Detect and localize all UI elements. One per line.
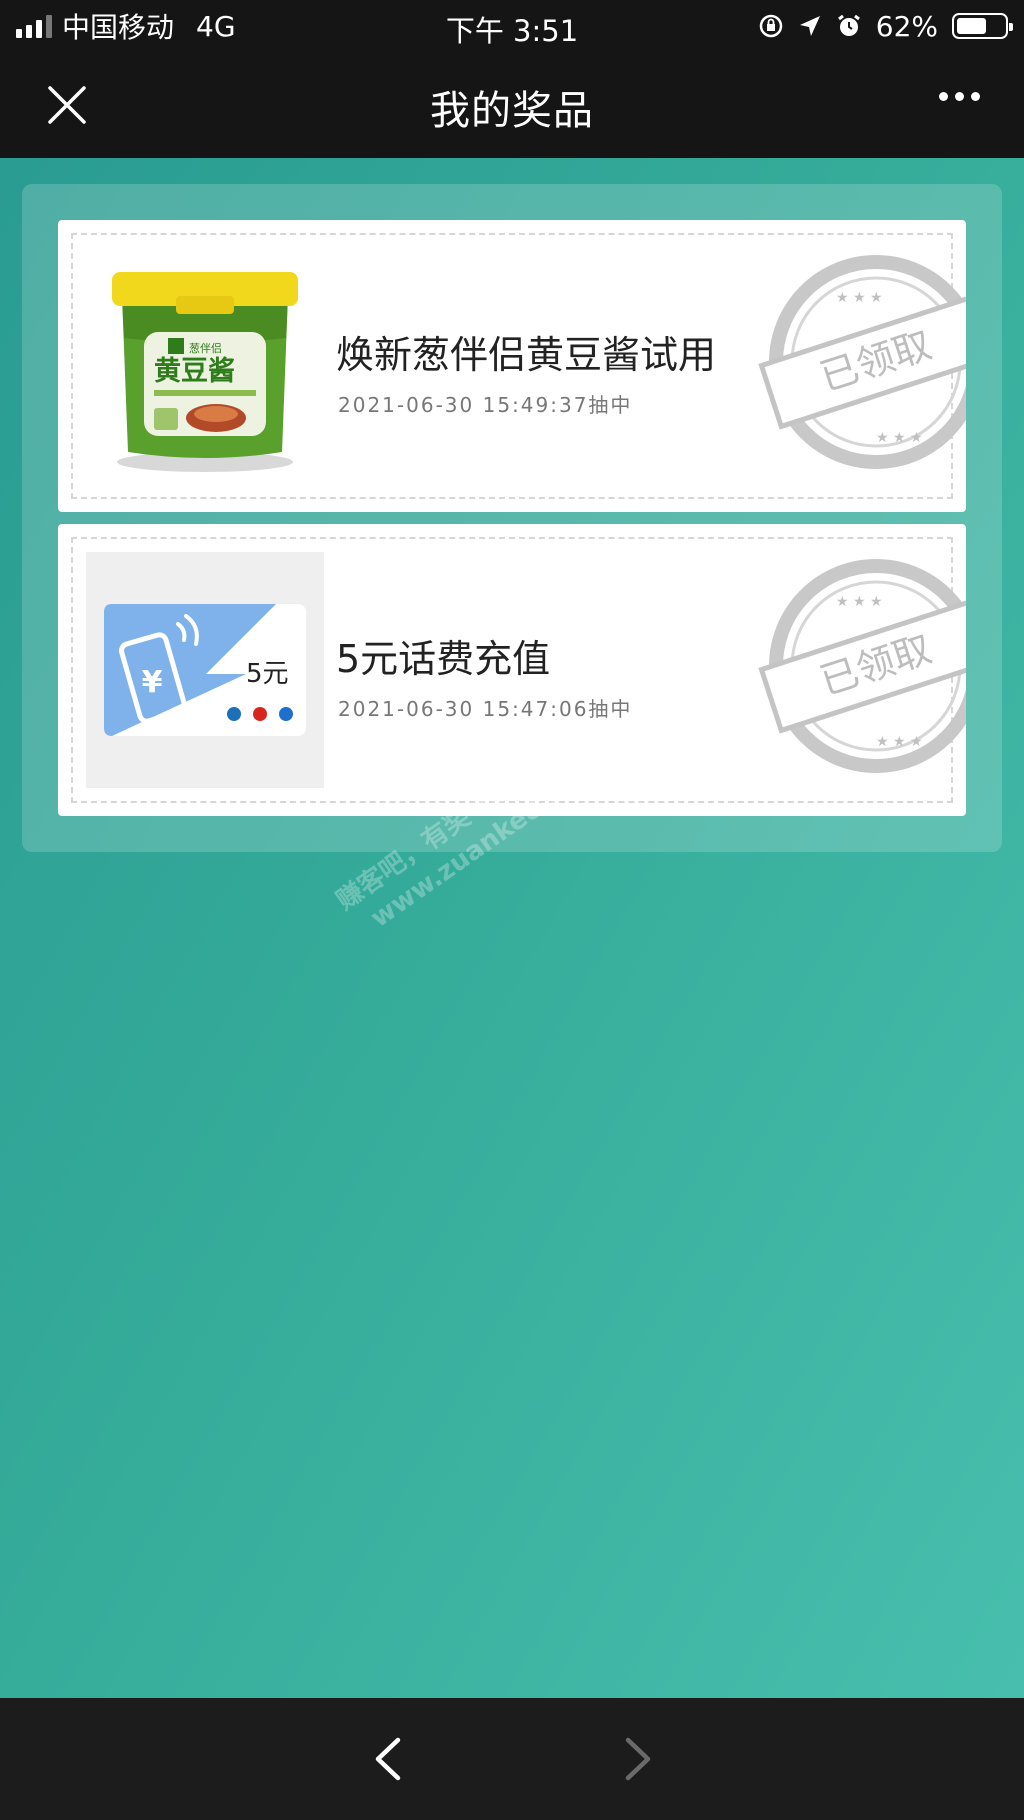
product-label: 黄豆酱 [154, 356, 235, 387]
nav-bar: 我的奖品 [0, 52, 1024, 158]
alarm-icon [837, 14, 860, 36]
prize-name: 焕新葱伴侣黄豆酱试用 [336, 333, 717, 377]
forward-arrow-icon[interactable] [618, 1734, 658, 1784]
svg-text:★ ★ ★: ★ ★ ★ [876, 734, 923, 750]
browser-toolbar [0, 1698, 1024, 1820]
prize-date: 2021-06-30 15:49:37抽中 [338, 393, 633, 417]
battery-fill [957, 18, 986, 34]
svg-text:★ ★ ★: ★ ★ ★ [836, 594, 883, 610]
page-title: 我的奖品 [430, 88, 594, 134]
claimed-stamp: ★ ★ ★ ★ ★ ★ 已领取 [758, 255, 966, 469]
battery-icon [952, 13, 1013, 39]
svg-text:★ ★ ★: ★ ★ ★ [876, 430, 923, 446]
card-amount: 5元 [246, 659, 289, 689]
prize-card[interactable]: 葱伴侣 黄豆酱 焕新葱伴侣黄豆酱试用 2021-06-30 15:49:37抽中… [58, 220, 966, 512]
rotation-lock-icon [759, 14, 783, 38]
phone-credit-image: ¥ 5元 [86, 552, 324, 788]
prize-name: 5元话费充值 [336, 637, 551, 681]
phone-credit-card-graphic: ¥ 5元 [104, 604, 306, 736]
back-arrow-icon[interactable] [368, 1734, 408, 1784]
prize-page: 葱伴侣 黄豆酱 焕新葱伴侣黄豆酱试用 2021-06-30 15:49:37抽中… [0, 158, 1024, 1698]
status-right: 62% [758, 8, 1013, 44]
product-brand: 葱伴侣 [189, 341, 222, 355]
more-icon[interactable] [939, 92, 980, 101]
svg-text:★ ★ ★: ★ ★ ★ [836, 290, 883, 306]
soybean-paste-image: 葱伴侣 黄豆酱 [112, 272, 298, 472]
status-bar: 中国移动 4G 下午 3:51 62% [0, 0, 1024, 52]
location-icon [799, 16, 820, 36]
prize-date: 2021-06-30 15:47:06抽中 [338, 697, 633, 721]
svg-text:¥: ¥ [142, 665, 163, 700]
claimed-stamp: ★ ★ ★ ★ ★ ★ 已领取 [758, 559, 966, 773]
battery-percent: 62% [875, 9, 938, 43]
